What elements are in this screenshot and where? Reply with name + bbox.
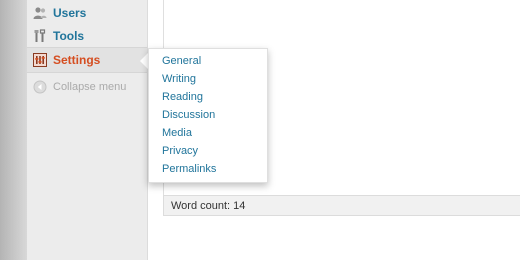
submenu-item-permalinks[interactable]: Permalinks bbox=[149, 160, 267, 178]
submenu-item-reading[interactable]: Reading bbox=[149, 88, 267, 106]
submenu-item-general[interactable]: General bbox=[149, 52, 267, 70]
sidebar-item-label: Users bbox=[53, 6, 87, 20]
sidebar-item-tools[interactable]: Tools bbox=[27, 23, 147, 49]
submenu-item-media[interactable]: Media bbox=[149, 124, 267, 142]
editor-status-bar: Word count: 14 bbox=[163, 195, 520, 216]
collapse-arrow-icon bbox=[33, 80, 47, 94]
word-count: Word count: 14 bbox=[171, 199, 246, 212]
admin-sidebar: Users Tools Settings Collapse menu bbox=[27, 0, 148, 260]
collapse-menu-label: Collapse menu bbox=[53, 81, 127, 93]
tools-icon bbox=[33, 29, 47, 43]
submenu-item-privacy[interactable]: Privacy bbox=[149, 142, 267, 160]
sidebar-item-label: Tools bbox=[53, 29, 85, 43]
sidebar-item-label: Settings bbox=[53, 53, 101, 67]
settings-icon bbox=[33, 53, 47, 67]
users-icon bbox=[33, 6, 47, 20]
sidebar-item-settings[interactable]: Settings bbox=[27, 47, 147, 73]
submenu-item-writing[interactable]: Writing bbox=[149, 70, 267, 88]
window-edge bbox=[0, 0, 27, 260]
submenu-item-discussion[interactable]: Discussion bbox=[149, 106, 267, 124]
collapse-menu-button[interactable]: Collapse menu bbox=[27, 74, 147, 100]
settings-submenu: General Writing Reading Discussion Media… bbox=[148, 48, 268, 183]
